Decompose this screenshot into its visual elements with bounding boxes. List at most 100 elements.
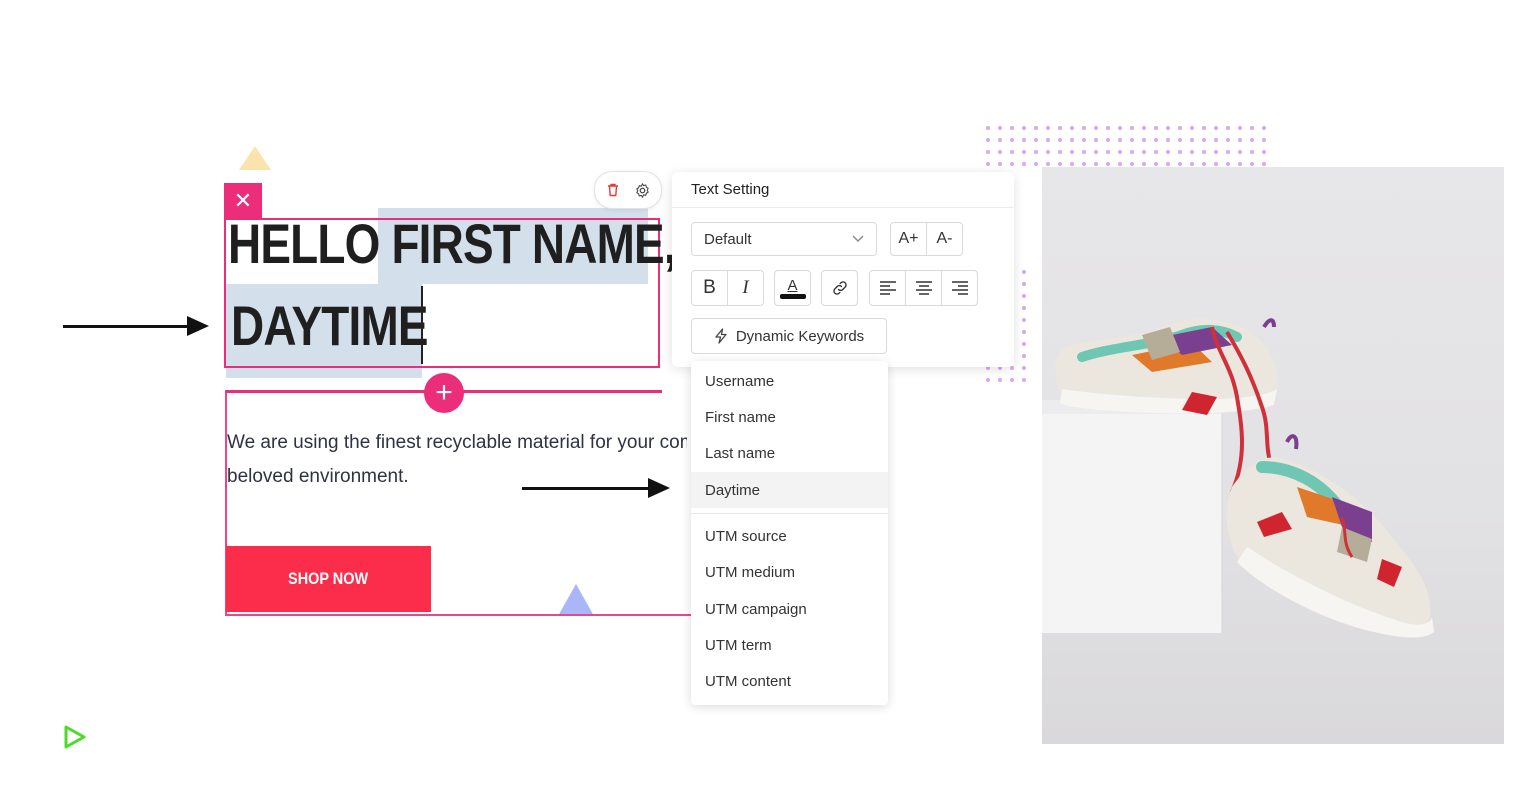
dynamic-keywords-dropdown: Username First name Last name Daytime UT… xyxy=(691,361,888,705)
headline-line-1[interactable]: HELLO FIRST NAME, xyxy=(228,216,677,272)
decorative-dot xyxy=(1238,150,1242,154)
decorative-dot xyxy=(1022,378,1026,382)
decorative-dot xyxy=(1238,138,1242,142)
product-photo-sneakers xyxy=(1042,167,1504,744)
decorative-dot xyxy=(1214,138,1218,142)
decorative-dot xyxy=(1214,150,1218,154)
italic-button[interactable]: I xyxy=(727,271,763,305)
decorative-dot xyxy=(1046,138,1050,142)
lightning-icon xyxy=(715,328,727,344)
text-caret xyxy=(421,286,423,364)
decorative-dot xyxy=(1094,162,1098,166)
bold-icon: B xyxy=(703,277,716,298)
decorative-dot xyxy=(1070,150,1074,154)
decorative-dot xyxy=(1262,150,1266,154)
keyword-daytime[interactable]: Daytime xyxy=(691,472,888,508)
text-setting-panel: Text Setting Default A+ A- B I A Dynamic… xyxy=(672,172,1014,367)
keyword-utm-content[interactable]: UTM content xyxy=(691,663,888,699)
decorative-dot xyxy=(1214,162,1218,166)
decorative-dot xyxy=(1262,162,1266,166)
decorative-dot xyxy=(1226,162,1230,166)
decorative-dot xyxy=(1094,126,1098,130)
decorative-dot xyxy=(1166,150,1170,154)
body-line-2: beloved environment. xyxy=(227,466,409,487)
decorative-dot-grid xyxy=(986,126,1266,166)
align-left-button[interactable] xyxy=(870,271,905,305)
add-element-button[interactable]: + xyxy=(424,373,464,413)
decorative-dot xyxy=(1166,138,1170,142)
align-right-icon xyxy=(951,281,968,295)
keyword-first-name[interactable]: First name xyxy=(691,399,888,435)
increase-font-size-button[interactable]: A+ xyxy=(891,223,926,255)
keyword-utm-term[interactable]: UTM term xyxy=(691,627,888,663)
decorative-dot xyxy=(1130,150,1134,154)
decorative-dot xyxy=(1082,126,1086,130)
keyword-utm-medium[interactable]: UTM medium xyxy=(691,554,888,590)
decorative-dot xyxy=(1118,162,1122,166)
decorative-dot xyxy=(1214,126,1218,130)
decorative-dot xyxy=(1058,162,1062,166)
trash-icon[interactable] xyxy=(602,179,624,201)
decorative-dot xyxy=(1022,342,1026,346)
decorative-dot xyxy=(1142,150,1146,154)
decorative-dot xyxy=(1142,162,1146,166)
align-center-button[interactable] xyxy=(905,271,941,305)
decorative-dot xyxy=(1190,138,1194,142)
decorative-dot xyxy=(1022,330,1026,334)
decrease-font-size-button[interactable]: A- xyxy=(926,223,962,255)
shop-now-label: SHOP NOW xyxy=(288,569,369,588)
gear-icon[interactable] xyxy=(632,179,654,201)
close-element-button[interactable]: ✕ xyxy=(224,183,262,219)
decorative-dot xyxy=(1034,150,1038,154)
keyword-utm-source[interactable]: UTM source xyxy=(691,518,888,554)
keyword-utm-campaign[interactable]: UTM campaign xyxy=(691,591,888,627)
dynamic-keywords-button[interactable]: Dynamic Keywords xyxy=(691,318,887,354)
decorative-dot xyxy=(1010,162,1014,166)
keyword-username[interactable]: Username xyxy=(691,363,888,399)
decorative-dot xyxy=(1190,162,1194,166)
body-paragraph[interactable]: We are using the finest recyclable mater… xyxy=(227,426,687,494)
decorative-dot xyxy=(998,150,1002,154)
decorative-dot xyxy=(1202,126,1206,130)
font-select[interactable]: Default xyxy=(691,222,877,256)
decorative-dot xyxy=(1094,150,1098,154)
decorative-dot xyxy=(1046,150,1050,154)
format-group: B I xyxy=(691,270,764,306)
decorative-dot xyxy=(1118,138,1122,142)
shop-now-button[interactable]: SHOP NOW xyxy=(226,546,431,612)
headline-line-2[interactable]: DAYTIME xyxy=(231,298,429,354)
decorative-dot xyxy=(1178,150,1182,154)
align-center-icon xyxy=(915,281,932,295)
divider xyxy=(672,207,1014,208)
decorative-dot xyxy=(1070,138,1074,142)
bold-button[interactable]: B xyxy=(692,271,727,305)
link-button[interactable] xyxy=(822,271,857,305)
text-color-button[interactable]: A xyxy=(775,271,810,305)
italic-icon: I xyxy=(742,277,749,298)
decorative-dot xyxy=(1010,378,1014,382)
decorative-dot xyxy=(1226,138,1230,142)
keyword-last-name[interactable]: Last name xyxy=(691,435,888,471)
decorative-dot xyxy=(1190,126,1194,130)
font-select-value: Default xyxy=(704,230,752,248)
panel-title: Text Setting xyxy=(691,181,770,198)
decorative-dot xyxy=(1058,150,1062,154)
decorative-dot xyxy=(1106,138,1110,142)
element-mini-toolbar xyxy=(594,171,662,209)
link-icon xyxy=(832,281,847,295)
decorative-dot xyxy=(1250,150,1254,154)
decorative-dot xyxy=(1022,126,1026,130)
decorative-dot xyxy=(1082,162,1086,166)
color-swatch xyxy=(779,293,806,299)
decorative-dot xyxy=(1154,126,1158,130)
alignment-group xyxy=(869,270,978,306)
decorative-dot xyxy=(1262,126,1266,130)
align-right-button[interactable] xyxy=(941,271,977,305)
decorative-dot xyxy=(1106,126,1110,130)
decorative-dot xyxy=(1166,126,1170,130)
decorative-dot xyxy=(1250,126,1254,130)
decorative-dot xyxy=(1082,150,1086,154)
decorative-dot xyxy=(1130,162,1134,166)
decorative-dot xyxy=(1010,138,1014,142)
decorative-dot xyxy=(1022,150,1026,154)
